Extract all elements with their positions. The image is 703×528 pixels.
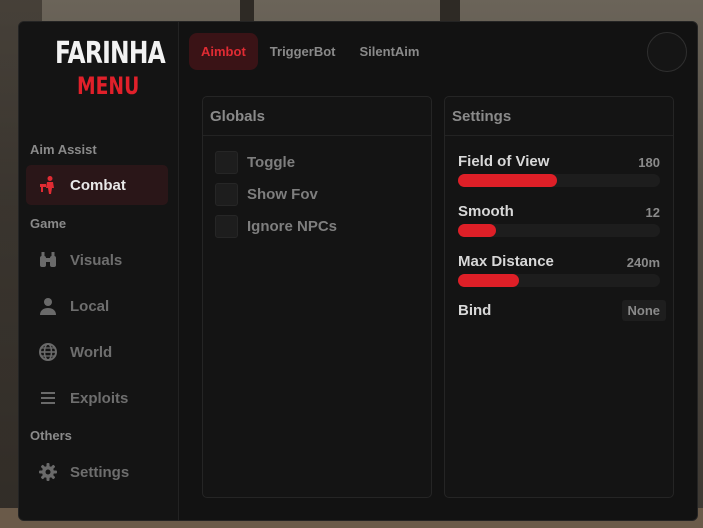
show-fov-row[interactable]: Show Fov [215, 183, 318, 206]
toggle-label: Toggle [247, 154, 296, 171]
sidebar-item-settings[interactable]: Settings [26, 452, 168, 492]
tab-aimbot[interactable]: Aimbot [189, 33, 258, 70]
section-game: Game [30, 216, 67, 231]
sidebar-item-exploits[interactable]: Exploits [26, 378, 168, 418]
sidebar-item-label: Settings [70, 463, 130, 481]
globals-title: Globals [203, 97, 431, 136]
brand-line2: MENU [77, 72, 140, 100]
slider-label: Max Distance [458, 253, 554, 270]
slider-label: Field of View [458, 153, 550, 170]
slider-value: 12 [645, 205, 660, 220]
section-others: Others [30, 428, 72, 443]
sidebar-item-combat[interactable]: Combat [26, 165, 168, 205]
sidebar-item-label: Combat [70, 176, 126, 194]
field-of-view-slider[interactable]: Field of View 180 [458, 152, 660, 187]
show-fov-label: Show Fov [247, 186, 318, 203]
settings-panel: Settings Field of View 180 Smooth 12 Max… [444, 96, 674, 498]
user-icon [37, 295, 59, 317]
tab-silentaim[interactable]: SilentAim [348, 33, 432, 70]
sidebar-item-label: Visuals [70, 251, 123, 269]
slider-label: Smooth [458, 203, 514, 220]
toggle-checkbox[interactable] [215, 151, 238, 174]
toggle-row[interactable]: Toggle [215, 151, 295, 174]
sidebar-item-visuals[interactable]: Visuals [26, 240, 168, 280]
tab-bar: Aimbot TriggerBot SilentAim [189, 33, 431, 71]
slider-track[interactable] [458, 174, 660, 187]
gear-icon [37, 461, 59, 483]
tab-triggerbot[interactable]: TriggerBot [258, 33, 348, 70]
brand-logo: FARINHA MENU [55, 36, 166, 102]
binoculars-icon [37, 249, 59, 271]
slider-track[interactable] [458, 224, 660, 237]
sidebar-item-label: Local [70, 297, 110, 315]
ignore-npcs-row[interactable]: Ignore NPCs [215, 215, 337, 238]
sidebar-item-label: World [70, 343, 113, 361]
avatar[interactable] [647, 32, 687, 72]
ignore-npcs-label: Ignore NPCs [247, 218, 338, 235]
ignore-npcs-checkbox[interactable] [215, 215, 238, 238]
menu-window: FARINHA MENU Aim Assist Combat Game Visu… [18, 21, 698, 521]
bind-row: Bind None [458, 300, 666, 321]
smooth-slider[interactable]: Smooth 12 [458, 202, 660, 237]
bind-label: Bind [458, 302, 492, 319]
sidebar-item-world[interactable]: World [26, 332, 168, 372]
max-distance-slider[interactable]: Max Distance 240m [458, 252, 660, 287]
slider-track[interactable] [458, 274, 660, 287]
combat-icon [37, 174, 59, 196]
slider-fill [458, 224, 497, 237]
brand-line1: FARINHA [55, 36, 166, 71]
slider-value: 240m [626, 255, 660, 270]
sidebar: FARINHA MENU Aim Assist Combat Game Visu… [19, 22, 179, 520]
globals-panel: Globals Toggle Show Fov Ignore NPCs [202, 96, 432, 498]
settings-title: Settings [445, 97, 673, 136]
section-aim-assist: Aim Assist [30, 142, 97, 157]
sidebar-item-local[interactable]: Local [26, 286, 168, 326]
bind-button[interactable]: None [621, 300, 666, 321]
sidebar-item-label: Exploits [70, 389, 129, 407]
show-fov-checkbox[interactable] [215, 183, 238, 206]
slider-value: 180 [638, 155, 660, 170]
globe-icon [37, 341, 59, 363]
slider-fill [458, 174, 557, 187]
slider-fill [458, 274, 519, 287]
list-icon [37, 387, 59, 409]
